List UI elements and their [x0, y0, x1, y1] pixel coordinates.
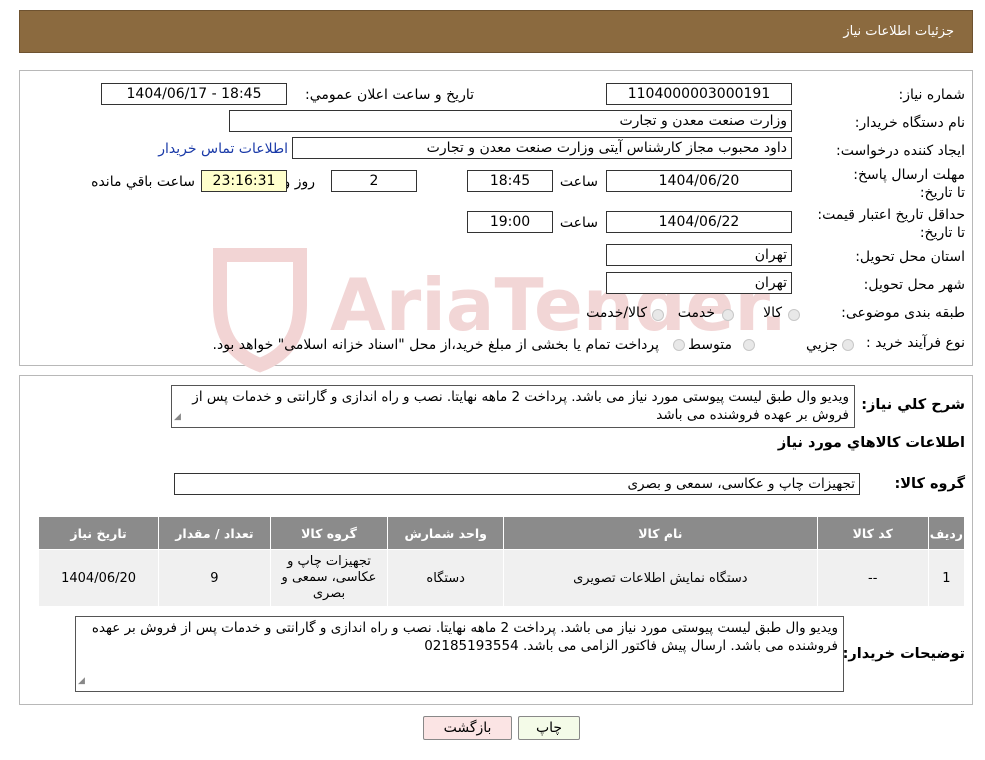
col-row-header: رديف	[927, 516, 966, 550]
purchase-type-label: نوع فرآيند خريد :	[866, 335, 965, 351]
table-header-row: رديف کد کالا نام کالا واحد شمارش گروه کا…	[37, 516, 966, 550]
resize-grip-icon[interactable]: ◢	[78, 672, 85, 690]
col-name-header: نام کالا	[503, 516, 818, 550]
buyer-notes-label: توضيحات خريدار:	[842, 646, 965, 662]
province-label: استان محل تحويل:	[855, 249, 965, 265]
need-number-field: 1104000003000191	[606, 83, 792, 105]
validity-time-field: 19:00	[467, 211, 553, 233]
category-radio-service[interactable]	[722, 309, 734, 321]
city-field: تهران	[606, 272, 792, 294]
requester-field: داود محبوب مجاز کارشناس آیتی وزارت صنعت …	[292, 137, 792, 159]
cell-row: 1	[927, 549, 966, 607]
goods-info-title: اطلاعات کالاهاي مورد نياز	[777, 435, 965, 451]
deadline-time-field: 18:45	[467, 170, 553, 192]
purchase-radio-minor[interactable]	[842, 339, 854, 351]
table-row: 1 -- دستگاه نمایش اطلاعات تصویری دستگاه …	[37, 549, 966, 607]
need-number-label: شماره نیاز:	[898, 87, 966, 103]
page-header: جزئیات اطلاعات نیاز	[19, 10, 973, 53]
col-code-header: کد کالا	[816, 516, 929, 550]
announce-label: تاریخ و ساعت اعلان عمومي:	[305, 87, 474, 103]
purchase-radio-medium[interactable]	[743, 339, 755, 351]
cell-date: 1404/06/20	[37, 549, 160, 607]
goods-group-label: گروه کالا:	[894, 476, 965, 492]
goods-group-field: تجهيزات چاپ و عکاسی، سمعی و بصری	[174, 473, 860, 495]
category-radio-goods[interactable]	[788, 309, 800, 321]
days-field: 2	[331, 170, 417, 192]
cell-name: دستگاه نمایش اطلاعات تصویری	[503, 549, 818, 607]
col-unit-header: واحد شمارش	[387, 516, 505, 550]
cell-code: --	[816, 549, 929, 607]
category-radio-goods-service[interactable]	[652, 309, 664, 321]
resize-grip-icon[interactable]: ◢	[174, 408, 181, 426]
purchase-checkbox-treasury[interactable]	[673, 339, 685, 351]
buyer-org-field: وزارت صنعت معدن و تجارت	[229, 110, 792, 132]
category-option-goods: کالا	[763, 305, 782, 321]
col-qty-header: تعداد / مقدار	[158, 516, 271, 550]
validity-label: حداقل تاريخ اعتبار قيمت: تا تاريخ:	[817, 207, 965, 241]
col-group-header: گروه کالا	[269, 516, 389, 550]
deadline-time-label: ساعت	[559, 174, 598, 190]
buyer-notes-textarea[interactable]: ویدیو وال طبق لیست پیوستی مورد نیاز می ب…	[75, 616, 844, 692]
summary-label: شرح کلي نياز:	[861, 397, 965, 413]
summary-textarea[interactable]: ویدیو وال طبق لیست پیوستی مورد نیاز می ب…	[171, 385, 855, 428]
city-label: شهر محل تحويل:	[863, 277, 965, 293]
province-field: تهران	[606, 244, 792, 266]
validity-date-field: 1404/06/22	[606, 211, 792, 233]
category-label: طبقه بندی موضوعی:	[841, 305, 965, 321]
purchase-option-minor: جزيي	[806, 337, 838, 353]
deadline-date-field: 1404/06/20	[606, 170, 792, 192]
print-button[interactable]: چاپ	[518, 716, 580, 740]
purchase-option-medium: متوسط	[688, 337, 732, 353]
page-title: جزئیات اطلاعات نیاز	[843, 24, 954, 39]
buyer-notes-text: ویدیو وال طبق لیست پیوستی مورد نیاز می ب…	[91, 620, 838, 654]
remaining-time-field: 23:16:31	[201, 170, 287, 192]
announce-field: 1404/06/17 - 18:45	[101, 83, 287, 105]
deadline-label: مهلت ارسال پاسخ: تا تاريخ:	[853, 167, 965, 201]
cell-group: تجهيزات چاپ و عکاسی، سمعی و بصری	[269, 549, 389, 607]
purchase-note: پرداخت تمام يا بخشی از مبلغ خريد،از محل …	[212, 337, 659, 353]
items-table: رديف کد کالا نام کالا واحد شمارش گروه کا…	[37, 516, 966, 607]
summary-text: ویدیو وال طبق لیست پیوستی مورد نیاز می ب…	[192, 389, 849, 423]
buyer-org-label: نام دستگاه خريدار:	[854, 115, 965, 131]
buyer-contact-link[interactable]: اطلاعات تماس خريدار	[158, 141, 288, 157]
category-option-service: خدمت	[677, 305, 715, 321]
category-option-goods-service: کالا/خدمت	[586, 305, 647, 321]
requester-label: ايجاد کننده درخواست:	[836, 143, 965, 159]
col-date-header: تاريخ نياز	[37, 516, 160, 550]
cell-unit: دستگاه	[387, 549, 505, 607]
days-label: روز و	[283, 174, 316, 190]
remaining-label: ساعت باقي مانده	[91, 174, 195, 190]
cell-qty: 9	[158, 549, 271, 607]
back-button[interactable]: بازگشت	[423, 716, 512, 740]
validity-time-label: ساعت	[559, 215, 598, 231]
